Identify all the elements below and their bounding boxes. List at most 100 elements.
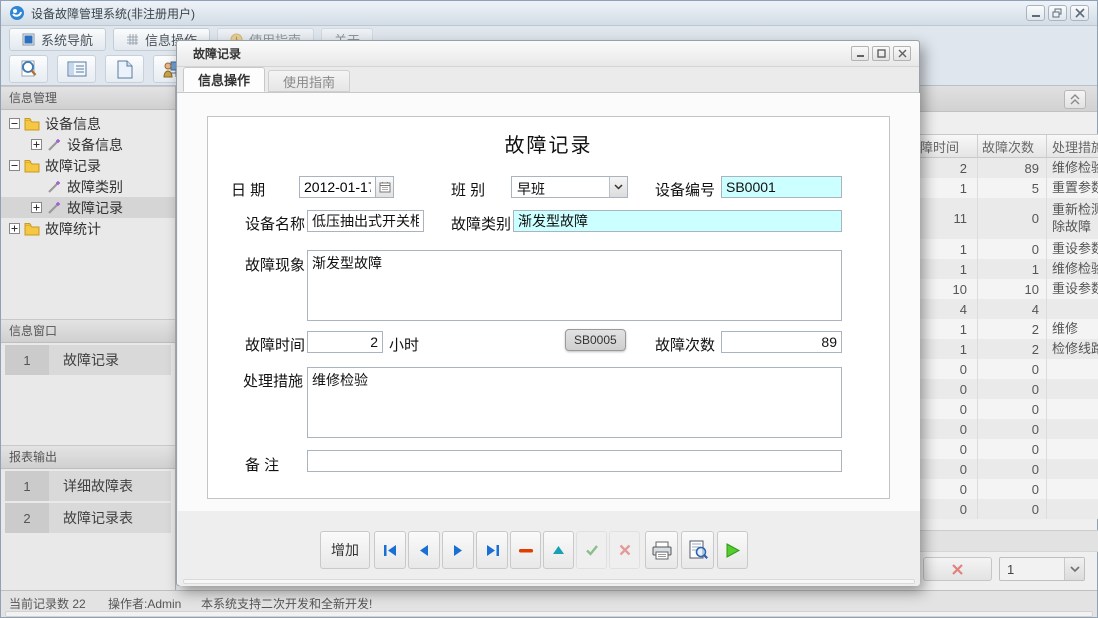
fault-type-input[interactable] bbox=[513, 210, 842, 232]
cancel-record-button[interactable] bbox=[609, 531, 640, 569]
shift-select[interactable]: 早班 bbox=[511, 176, 628, 198]
main-titlebar: 设备故障管理系统(非注册用户) bbox=[1, 1, 1097, 26]
minimize-button[interactable] bbox=[1026, 5, 1045, 21]
shift-select-value: 早班 bbox=[512, 177, 609, 197]
x-icon bbox=[951, 563, 964, 576]
next-icon bbox=[452, 544, 464, 557]
play-icon bbox=[724, 542, 741, 559]
chevron-up-double-icon bbox=[1068, 93, 1082, 106]
duration-input[interactable] bbox=[307, 331, 383, 353]
add-button[interactable]: 增加 bbox=[320, 531, 370, 569]
date-input[interactable] bbox=[299, 176, 375, 198]
folder-icon bbox=[24, 159, 40, 173]
device-name-input[interactable] bbox=[307, 210, 424, 232]
search-icon bbox=[19, 59, 39, 79]
section-header-info-window: 信息窗口 bbox=[1, 319, 175, 343]
info-tree: 设备信息 设备信息 故障记录 故障类别 故障记录 bbox=[1, 110, 175, 239]
report-item-record[interactable]: 2 故障记录表 bbox=[5, 503, 171, 533]
section-header-report-output: 报表输出 bbox=[1, 445, 175, 469]
close-button[interactable] bbox=[1070, 5, 1089, 21]
calendar-icon bbox=[379, 181, 391, 193]
shift-label: 班 别 bbox=[451, 179, 485, 200]
first-record-button[interactable] bbox=[374, 531, 406, 569]
status-message: 本系统支持二次开发和全新开发! bbox=[201, 595, 372, 612]
date-field bbox=[299, 176, 394, 198]
prev-record-button[interactable] bbox=[408, 531, 440, 569]
expand-expander-icon[interactable] bbox=[31, 202, 42, 213]
grid-delete-button[interactable] bbox=[923, 557, 992, 581]
page-select-value: 1 bbox=[1000, 562, 1064, 577]
symptom-label: 故障现象 bbox=[245, 254, 305, 275]
tree-item-fault-stats-group[interactable]: 故障统计 bbox=[1, 218, 175, 239]
dialog-close-button[interactable] bbox=[893, 46, 911, 61]
collapse-expander-icon[interactable] bbox=[9, 160, 20, 171]
document-button[interactable] bbox=[105, 55, 144, 83]
tree-item-fault-record[interactable]: 故障记录 bbox=[1, 197, 175, 218]
info-window-item[interactable]: 1 故障记录 bbox=[5, 345, 171, 375]
remark-input[interactable] bbox=[307, 450, 842, 472]
tree-item-device-info[interactable]: 设备信息 bbox=[1, 134, 175, 155]
tab-system-nav[interactable]: 系统导航 bbox=[9, 28, 106, 51]
post-record-button[interactable] bbox=[576, 531, 607, 569]
status-record-count: 当前记录数 22 bbox=[9, 595, 86, 612]
dialog-minimize-button[interactable] bbox=[851, 46, 869, 61]
page-select[interactable]: 1 bbox=[999, 557, 1085, 581]
form-heading: 故障记录 bbox=[208, 129, 889, 158]
count-input[interactable] bbox=[721, 331, 842, 353]
grid-header-fault-count[interactable]: 故障次数 bbox=[978, 135, 1047, 157]
app-title: 设备故障管理系统(非注册用户) bbox=[31, 5, 195, 22]
symptom-textarea[interactable]: 渐发型故障 bbox=[307, 250, 842, 321]
date-picker-button[interactable] bbox=[375, 176, 394, 198]
dialog-maximize-button[interactable] bbox=[872, 46, 890, 61]
device-name-label: 设备名称 bbox=[245, 213, 305, 234]
dialog-tab-user-guide[interactable]: 使用指南 bbox=[268, 70, 350, 92]
status-bar: 当前记录数 22 操作者:Admin 本系统支持二次开发和全新开发! bbox=[1, 590, 1097, 617]
app-icon bbox=[9, 5, 25, 21]
printer-icon bbox=[651, 541, 673, 560]
device-no-input[interactable] bbox=[721, 176, 842, 198]
wand-icon bbox=[46, 201, 62, 215]
restore-button[interactable] bbox=[1048, 5, 1067, 21]
grid-icon bbox=[126, 33, 139, 46]
fault-type-label: 故障类别 bbox=[451, 213, 511, 234]
dialog-titlebar[interactable]: 故障记录 bbox=[177, 41, 919, 67]
close-icon bbox=[898, 49, 907, 58]
tree-item-fault-type[interactable]: 故障类别 bbox=[1, 176, 175, 197]
folder-icon bbox=[24, 117, 40, 131]
device-no-label: 设备编号 bbox=[655, 179, 715, 200]
first-icon bbox=[383, 544, 398, 557]
measure-label: 处理措施 bbox=[243, 370, 303, 391]
dialog-tab-info-operation[interactable]: 信息操作 bbox=[183, 67, 265, 92]
expand-expander-icon[interactable] bbox=[9, 223, 20, 234]
edit-record-button[interactable] bbox=[543, 531, 574, 569]
collapse-expander-icon[interactable] bbox=[9, 118, 20, 129]
remark-label: 备 注 bbox=[245, 454, 279, 475]
next-record-button[interactable] bbox=[442, 531, 474, 569]
duration-unit: 小时 bbox=[389, 334, 419, 355]
navigator-icon bbox=[22, 33, 35, 46]
run-button[interactable] bbox=[717, 531, 748, 569]
date-label: 日 期 bbox=[231, 179, 265, 200]
search-button[interactable] bbox=[9, 55, 48, 83]
minus-icon bbox=[519, 548, 533, 553]
collapse-panel-button[interactable] bbox=[1064, 90, 1086, 109]
delete-record-button[interactable] bbox=[510, 531, 541, 569]
section-header-info-mgmt: 信息管理 bbox=[1, 86, 175, 110]
print-button[interactable] bbox=[645, 531, 678, 569]
expand-expander-icon[interactable] bbox=[31, 139, 42, 150]
last-record-button[interactable] bbox=[476, 531, 508, 569]
tree-item-fault-record-group[interactable]: 故障记录 bbox=[1, 155, 175, 176]
datasheet-button[interactable] bbox=[57, 55, 96, 83]
status-inner-panel bbox=[5, 611, 1093, 617]
grid-header-measure[interactable]: 处理措施 bbox=[1047, 135, 1098, 157]
maximize-icon bbox=[877, 49, 886, 58]
tree-item-device-info-group[interactable]: 设备信息 bbox=[1, 113, 175, 134]
preview-button[interactable] bbox=[681, 531, 714, 569]
measure-textarea[interactable]: 维修检验 bbox=[307, 367, 842, 438]
dialog-title: 故障记录 bbox=[193, 45, 241, 62]
report-item-detail[interactable]: 1 详细故障表 bbox=[5, 471, 171, 501]
fault-record-dialog: 故障记录 信息操作 使用指南 故障记录 日 期 班 别 bbox=[176, 40, 920, 586]
minimize-icon bbox=[856, 50, 865, 58]
dialog-tab-bar: 信息操作 使用指南 bbox=[177, 67, 919, 93]
duration-label: 故障时间 bbox=[245, 334, 305, 355]
